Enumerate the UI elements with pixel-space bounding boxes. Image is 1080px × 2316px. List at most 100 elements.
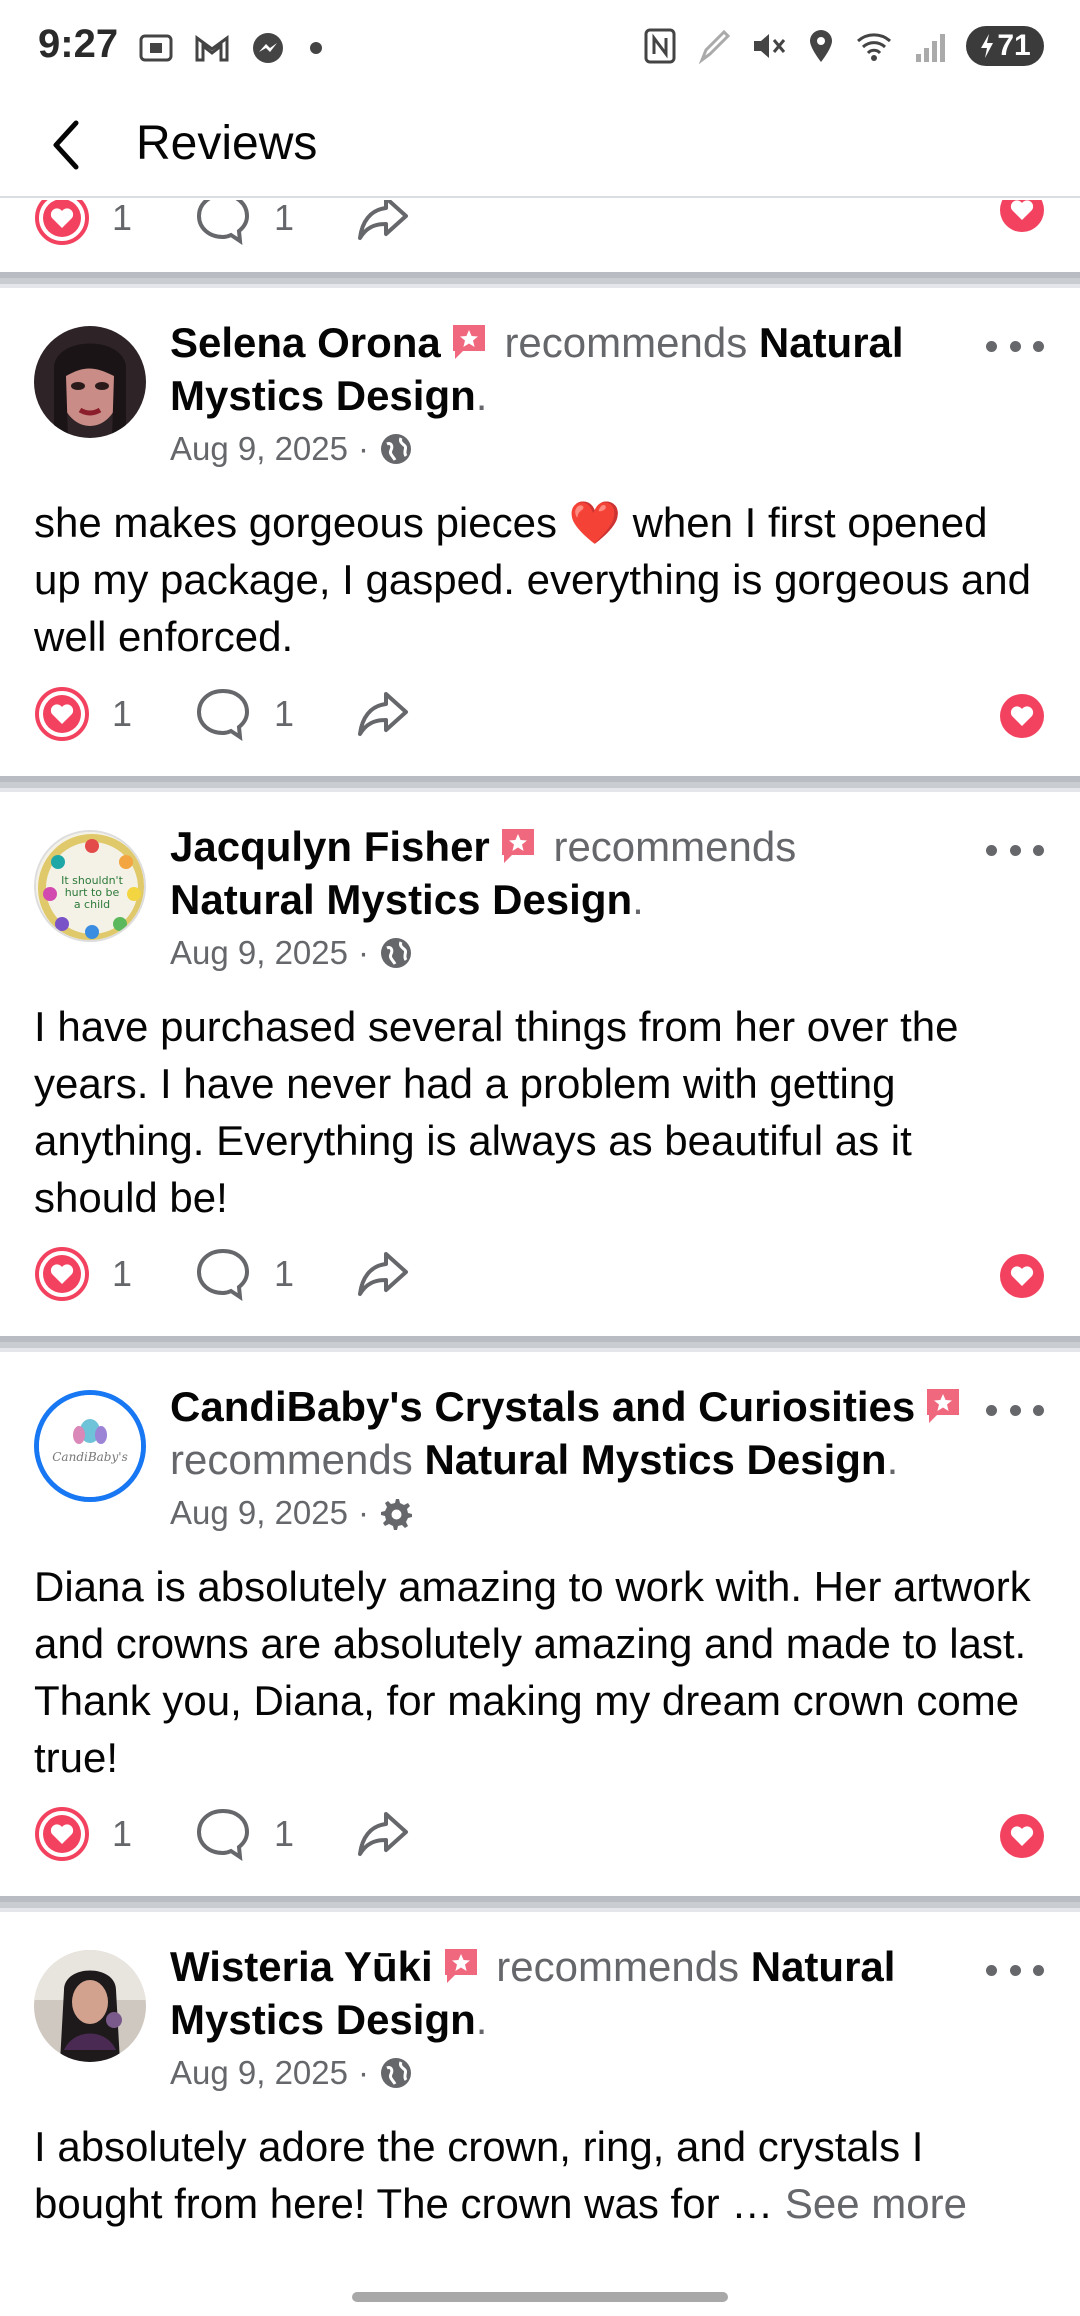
more-options-button[interactable] — [980, 1390, 1050, 1430]
more-options-button[interactable] — [980, 1950, 1050, 1990]
heart-filled-icon — [1000, 694, 1044, 738]
avatar[interactable]: CandiBaby's — [34, 1390, 146, 1502]
share-button[interactable] — [354, 1806, 412, 1862]
comment-button[interactable]: 1 — [194, 1246, 294, 1302]
page-name-cont[interactable]: Mystics Design — [170, 372, 476, 419]
recommend-badge-icon — [452, 325, 485, 359]
comment-count: 1 — [274, 693, 295, 734]
avatar-image — [34, 1950, 146, 2062]
review-headline: Wisteria Yūki recommends Natural Mystics … — [170, 1943, 896, 2043]
share-button[interactable] — [354, 200, 412, 246]
heart-filled-icon — [1000, 1254, 1044, 1298]
page-name[interactable]: Natural — [751, 1943, 896, 1990]
charging-icon — [981, 34, 994, 58]
more-options-button[interactable] — [980, 830, 1050, 870]
screenshot-icon — [139, 34, 173, 62]
post-date[interactable]: Aug 9, 2025 — [170, 430, 348, 468]
avatar-image: It shouldn't hurt to be a child — [36, 832, 144, 940]
share-button[interactable] — [354, 1246, 412, 1302]
page-title: Reviews — [136, 117, 318, 170]
heart-reaction-icon — [35, 1807, 89, 1861]
recommend-badge-icon — [927, 1389, 960, 1423]
recommends-verb: recommends — [170, 1436, 413, 1483]
signal-icon — [916, 34, 945, 62]
like-reaction[interactable]: 1 — [34, 1246, 132, 1302]
see-more-link[interactable]: See more — [785, 2180, 967, 2227]
post-meta: Aug 9, 2025 · — [170, 1494, 413, 1532]
favorite-button[interactable] — [998, 692, 1046, 745]
author-name[interactable]: Jacqulyn Fisher — [170, 823, 490, 870]
svg-text:a child: a child — [74, 898, 110, 911]
post-meta: Aug 9, 2025 · — [170, 2054, 413, 2092]
reaction-count: 1 — [112, 693, 133, 734]
more-options-button[interactable] — [980, 326, 1050, 366]
review-text: I have purchased several things from her… — [34, 1003, 959, 1221]
reaction-count: 1 — [112, 1813, 133, 1854]
page-name[interactable]: Natural Mystics Design — [424, 1436, 886, 1483]
review-card: Selena Orona recommends Natural Mystics D… — [0, 288, 1080, 776]
author-name[interactable]: Selena Orona — [170, 319, 441, 366]
review-card-partial: 1 1 — [0, 200, 1080, 272]
globe-icon — [381, 938, 411, 968]
avatar-caption: CandiBaby's — [52, 1450, 127, 1464]
page-name-cont[interactable]: Mystics Design — [170, 1996, 476, 2043]
reaction-count: 1 — [112, 200, 133, 238]
review-card: It shouldn't hurt to be a child Jacqulyn… — [0, 792, 1080, 1336]
review-actions: 1 1 — [0, 686, 1080, 746]
post-date[interactable]: Aug 9, 2025 — [170, 1494, 348, 1532]
card-separator — [0, 1336, 1080, 1352]
favorite-button[interactable] — [998, 1252, 1046, 1305]
status-right-icons: 71 — [642, 26, 1044, 66]
like-reaction[interactable]: 1 — [34, 1806, 132, 1862]
comment-icon — [196, 1248, 250, 1302]
review-headline: CandiBaby's Crystals and Curiosities rec… — [170, 1380, 970, 1486]
author-name[interactable]: CandiBaby's Crystals and Curiosities — [170, 1383, 915, 1430]
comment-button[interactable]: 1 — [194, 686, 294, 742]
heart-filled-icon — [1000, 1814, 1044, 1858]
like-reaction[interactable]: 1 — [34, 200, 132, 246]
review-text: I absolutely adore the crown, ring, and … — [34, 2118, 1044, 2232]
review-text: she makes gorgeous pieces ❤️ when I firs… — [34, 499, 1031, 660]
card-separator — [0, 776, 1080, 792]
review-card: Wisteria Yūki recommends Natural Mystics … — [0, 1912, 1080, 2316]
messenger-icon — [253, 33, 283, 63]
page-name[interactable]: Natural Mystics Design — [170, 876, 632, 923]
avatar[interactable]: It shouldn't hurt to be a child — [34, 830, 146, 942]
card-separator — [0, 1896, 1080, 1912]
back-button[interactable] — [36, 110, 96, 180]
avatar-image — [34, 326, 146, 438]
like-reaction[interactable]: 1 — [34, 686, 132, 742]
review-actions: 1 1 — [0, 1806, 1080, 1866]
comment-icon — [196, 688, 250, 742]
page-name[interactable]: Natural — [759, 319, 904, 366]
card-separator — [0, 272, 1080, 288]
back-arrow-icon — [53, 120, 79, 170]
recommends-verb: recommends — [496, 1943, 740, 1990]
post-date[interactable]: Aug 9, 2025 — [170, 2054, 348, 2092]
avatar[interactable] — [34, 326, 146, 438]
post-date[interactable]: Aug 9, 2025 — [170, 934, 348, 972]
reaction-count: 1 — [112, 1253, 133, 1294]
comment-button[interactable]: 1 — [194, 200, 294, 246]
comment-count: 1 — [274, 200, 295, 238]
share-icon — [358, 200, 408, 240]
edit-icon — [698, 29, 731, 65]
favorite-button[interactable] — [998, 200, 1046, 239]
recommend-badge-icon — [444, 1949, 477, 1983]
review-headline: Jacqulyn Fisher recommends Natural Mysti… — [170, 823, 797, 923]
heart-reaction-icon — [35, 687, 89, 741]
share-button[interactable] — [354, 686, 412, 742]
home-indicator[interactable] — [352, 2292, 728, 2302]
reviews-feed[interactable]: 1 1 Selena Orona recommends Natural Mysti… — [0, 200, 1080, 2316]
recommends-verb: recommends — [504, 319, 748, 366]
avatar[interactable] — [34, 1950, 146, 2062]
comment-button[interactable]: 1 — [194, 1806, 294, 1862]
heart-filled-icon — [1000, 200, 1044, 232]
heart-reaction-icon — [35, 200, 89, 245]
review-headline: Selena Orona recommends Natural Mystics D… — [170, 319, 904, 419]
share-icon — [358, 692, 408, 736]
comment-count: 1 — [274, 1813, 295, 1854]
globe-icon — [381, 2058, 411, 2088]
author-name[interactable]: Wisteria Yūki — [170, 1943, 433, 1990]
favorite-button[interactable] — [998, 1812, 1046, 1865]
